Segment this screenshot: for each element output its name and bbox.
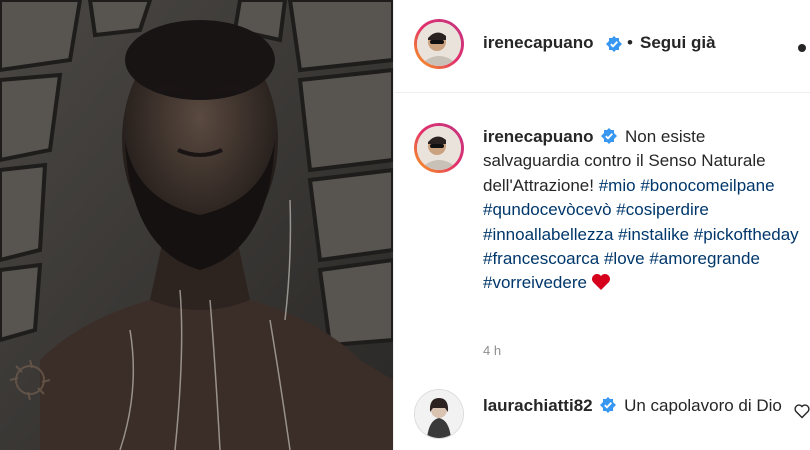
verified-badge-icon xyxy=(600,397,617,413)
hashtag-link[interactable]: #bonocomeilpane xyxy=(640,176,774,195)
verified-badge-icon xyxy=(601,128,618,144)
red-heart-icon xyxy=(591,274,610,291)
post-caption: irenecapuano Non esiste salvaguardia con… xyxy=(483,125,803,296)
hashtag-link[interactable]: #cosiperdire xyxy=(616,200,709,219)
comment-username[interactable]: laurachiatti82 xyxy=(483,396,593,415)
following-button[interactable]: Segui già xyxy=(640,33,716,53)
verified-badge-icon xyxy=(606,36,622,52)
hashtag-link[interactable]: #instalike xyxy=(618,225,689,244)
caption-username[interactable]: irenecapuano xyxy=(483,127,594,146)
post-header: irenecapuano • Segui già xyxy=(394,0,810,93)
header-separator: • xyxy=(627,33,633,52)
more-options-icon[interactable] xyxy=(798,44,806,52)
like-comment-heart-icon[interactable] xyxy=(794,403,810,419)
avatar-image xyxy=(417,126,461,170)
author-username[interactable]: irenecapuano xyxy=(483,33,594,53)
author-avatar[interactable] xyxy=(414,19,464,69)
caption-avatar[interactable] xyxy=(414,123,464,173)
post-details-panel: irenecapuano • Segui già irenecapuano No… xyxy=(393,0,810,450)
hashtag-link[interactable]: #love xyxy=(604,249,645,268)
avatar-image xyxy=(415,390,463,438)
commenter-avatar[interactable] xyxy=(414,389,464,439)
hashtag-link[interactable]: #mio xyxy=(599,176,636,195)
post-image[interactable] xyxy=(0,0,393,450)
hashtag-link[interactable]: #qundocevòcevò xyxy=(483,200,612,219)
avatar-image xyxy=(417,22,461,66)
hashtag-link[interactable]: #pickoftheday xyxy=(694,225,799,244)
comment-text: Un capolavoro di Dio xyxy=(624,396,782,415)
hashtag-link[interactable]: #francescoarca xyxy=(483,249,599,268)
comment-item: laurachiatti82 Un capolavoro di Dio xyxy=(483,394,783,418)
hashtag-link[interactable]: #innoallabellezza xyxy=(483,225,613,244)
post-photo-illustration xyxy=(0,0,393,450)
post-timestamp[interactable]: 4 h xyxy=(483,343,501,358)
hashtag-link[interactable]: #vorreivedere xyxy=(483,273,587,292)
hashtag-link[interactable]: #amoregrande xyxy=(649,249,760,268)
